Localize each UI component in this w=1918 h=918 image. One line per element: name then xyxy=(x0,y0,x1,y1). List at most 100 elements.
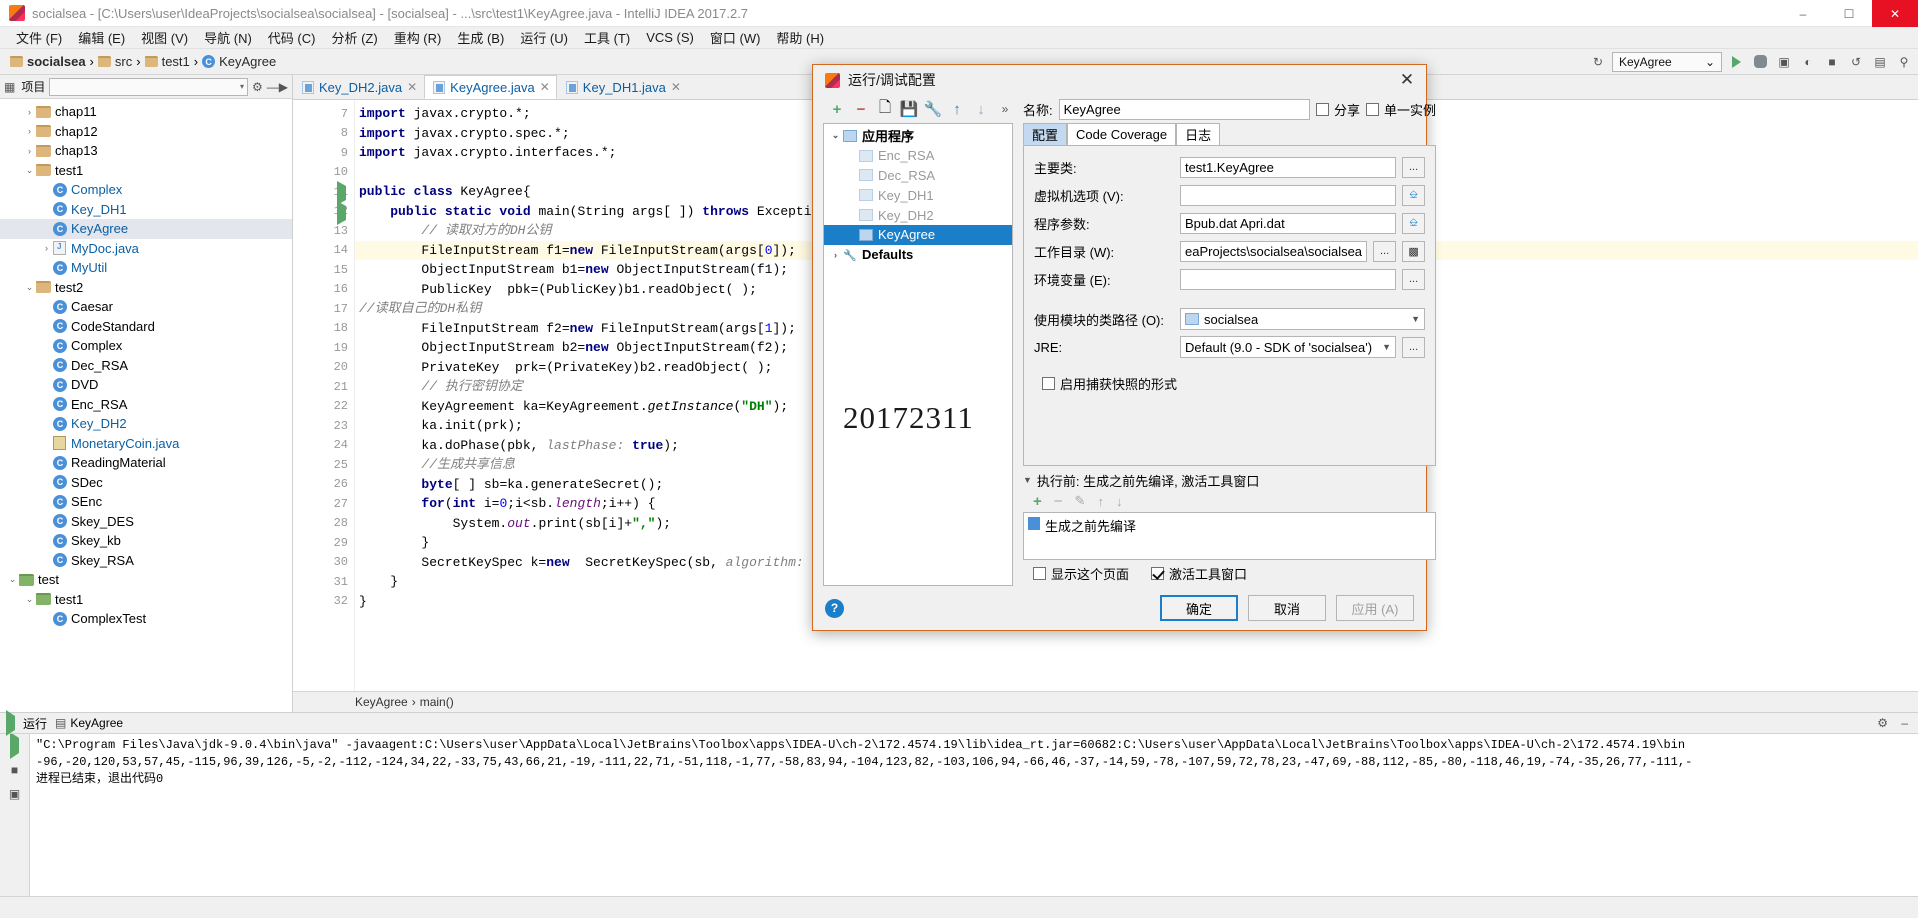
activate-tool-window-checkbox-row[interactable]: 激活工具窗口 xyxy=(1151,564,1247,583)
single-instance-checkbox[interactable] xyxy=(1366,102,1380,116)
project-tree-node[interactable]: C Caesar xyxy=(0,297,292,317)
maximize-button[interactable]: ☐ xyxy=(1826,0,1872,27)
jre-select[interactable]: Default (9.0 - SDK of 'socialsea') ▼ xyxy=(1180,336,1397,358)
tree-expand-arrow-icon[interactable]: › xyxy=(828,250,843,260)
editor-tab[interactable]: Key_DH2.java ✕ xyxy=(293,75,424,99)
module-classpath-select[interactable]: socialsea ▼ xyxy=(1180,308,1426,330)
gear-icon[interactable]: ⚙ xyxy=(252,80,263,94)
editor-tab[interactable]: Key_DH1.java ✕ xyxy=(557,75,688,99)
profile-icon[interactable]: ◐ xyxy=(1798,52,1818,72)
cancel-button[interactable]: 取消 xyxy=(1248,595,1326,621)
program-arguments-input[interactable]: Bpub.dat Apri.dat xyxy=(1180,212,1397,234)
project-tree[interactable]: › chap11 › chap12 › chap13 ⌄ test1 C Complex C Key_… xyxy=(0,99,292,712)
project-tree-node[interactable]: C Skey_DES xyxy=(0,512,292,532)
edit-task-icon[interactable]: ✎ xyxy=(1075,493,1086,509)
minimize-button[interactable]: – xyxy=(1780,0,1826,27)
configuration-tree-node[interactable]: › 🔧 Defaults xyxy=(824,245,1012,265)
project-tree-node[interactable]: C Skey_kb xyxy=(0,531,292,551)
dialog-close-icon[interactable]: ✕ xyxy=(1396,69,1418,91)
project-tree-node[interactable]: C MyUtil xyxy=(0,258,292,278)
share-checkbox[interactable] xyxy=(1316,102,1330,116)
project-tree-node[interactable]: C Complex xyxy=(0,180,292,200)
activate-tool-window-checkbox[interactable] xyxy=(1151,566,1165,580)
menu-item-run[interactable]: 运行 (U) xyxy=(512,26,576,49)
project-tree-node[interactable]: C Complex xyxy=(0,336,292,356)
configuration-tree-node[interactable]: Dec_RSA xyxy=(824,166,1012,186)
jre-browse-button[interactable]: ... xyxy=(1402,336,1426,358)
move-up-icon[interactable]: ↑ xyxy=(949,101,965,118)
project-tree-node[interactable]: › chap11 xyxy=(0,102,292,122)
configuration-tree-node[interactable]: ⌄ 应用程序 xyxy=(824,126,1012,146)
menu-item-file[interactable]: 文件 (F) xyxy=(8,26,70,49)
project-tree-node[interactable]: C DVD xyxy=(0,375,292,395)
tree-expand-arrow-icon[interactable]: › xyxy=(40,243,53,253)
tree-expand-arrow-icon[interactable]: › xyxy=(23,126,36,136)
tree-expand-arrow-icon[interactable]: ⌄ xyxy=(6,574,19,585)
configuration-tree-node[interactable]: KeyAgree xyxy=(824,224,1012,245)
tab-configuration[interactable]: 配置 xyxy=(1023,123,1068,145)
save-configuration-icon[interactable]: 💾 xyxy=(900,101,919,118)
breadcrumb-method[interactable]: main() xyxy=(420,695,454,709)
main-class-input[interactable]: test1.KeyAgree xyxy=(1180,156,1397,178)
menu-item-vcs[interactable]: VCS (S) xyxy=(638,28,702,47)
project-tree-node[interactable]: ⌄ test2 xyxy=(0,278,292,298)
vm-options-expand-icon[interactable]: ⎒ xyxy=(1402,184,1426,206)
project-tree-node[interactable]: › MyDoc.java xyxy=(0,239,292,259)
tab-code-coverage[interactable]: Code Coverage xyxy=(1067,123,1177,145)
snapshot-checkbox[interactable] xyxy=(1042,376,1055,390)
remove-configuration-icon[interactable]: − xyxy=(853,101,869,118)
more-options-icon[interactable]: » xyxy=(997,101,1013,117)
project-tree-node[interactable]: C Dec_RSA xyxy=(0,356,292,376)
show-page-checkbox-row[interactable]: 显示这个页面 xyxy=(1033,564,1129,583)
share-checkbox-row[interactable]: 分享 xyxy=(1316,100,1360,119)
coverage-icon[interactable]: ▣ xyxy=(1774,52,1794,72)
menu-item-navigate[interactable]: 导航 (N) xyxy=(196,26,260,49)
project-tree-node[interactable]: › chap12 xyxy=(0,122,292,142)
sync-icon[interactable]: ↺ xyxy=(1846,52,1866,72)
tab-logs[interactable]: 日志 xyxy=(1176,123,1221,145)
tree-expand-arrow-icon[interactable]: ⌄ xyxy=(828,130,843,141)
editor-tab[interactable]: KeyAgree.java ✕ xyxy=(424,75,557,99)
move-task-down-icon[interactable]: ↓ xyxy=(1116,494,1123,509)
project-tree-node[interactable]: C KeyAgree xyxy=(0,219,292,239)
project-tree-node[interactable]: ⌄ test1 xyxy=(0,590,292,610)
layout-icon[interactable]: ▤ xyxy=(1870,52,1890,72)
add-task-icon[interactable]: + xyxy=(1033,493,1042,510)
environment-variables-browse-button[interactable]: ... xyxy=(1402,268,1426,290)
run-tab-keyagree[interactable]: ▤ KeyAgree xyxy=(55,716,123,730)
vm-options-input[interactable] xyxy=(1180,184,1397,206)
configuration-tree-node[interactable]: Enc_RSA xyxy=(824,146,1012,166)
stop-icon[interactable]: ■ xyxy=(1822,52,1842,72)
project-tree-node[interactable]: C SEnc xyxy=(0,492,292,512)
run-icon[interactable] xyxy=(1726,52,1746,72)
run-configuration-selector[interactable]: KeyAgree ⌄ xyxy=(1612,51,1722,72)
tree-expand-arrow-icon[interactable]: › xyxy=(23,146,36,156)
project-tree-node[interactable]: › chap13 xyxy=(0,141,292,161)
project-tree-node[interactable]: C Key_DH2 xyxy=(0,414,292,434)
run-gutter-icon[interactable] xyxy=(337,181,348,206)
project-tree-node[interactable]: C SDec xyxy=(0,473,292,493)
project-tree-node[interactable]: C ComplexTest xyxy=(0,609,292,629)
project-scope-selector[interactable]: ▾ xyxy=(49,77,248,96)
macro-icon[interactable]: ▩ xyxy=(1402,240,1426,262)
debug-icon[interactable] xyxy=(1750,52,1770,72)
single-instance-checkbox-row[interactable]: 单一实例 xyxy=(1366,100,1436,119)
breadcrumb-src[interactable]: src xyxy=(94,54,136,69)
move-down-icon[interactable]: ↓ xyxy=(973,101,989,118)
project-tree-node[interactable]: ⌄ test1 xyxy=(0,161,292,181)
configuration-tree[interactable]: ⌄ 应用程序 Enc_RSA Dec_RSA Key_DH1 Key_DH2 KeyAgre… xyxy=(823,123,1013,586)
before-launch-task-list[interactable]: 生成之前先编译 xyxy=(1023,512,1437,560)
copy-configuration-icon[interactable]: 🗋 xyxy=(877,99,893,117)
run-console-output[interactable]: "C:\Program Files\Java\jdk-9.0.4\bin\jav… xyxy=(30,734,1918,918)
help-icon[interactable]: ? xyxy=(825,598,844,618)
menu-item-tools[interactable]: 工具 (T) xyxy=(576,26,638,49)
stop-icon[interactable]: ■ xyxy=(11,763,18,777)
tree-expand-arrow-icon[interactable]: ⌄ xyxy=(23,282,36,293)
project-tree-node[interactable]: MonetaryCoin.java xyxy=(0,434,292,454)
project-tree-node[interactable]: C ReadingMaterial xyxy=(0,453,292,473)
configuration-tree-node[interactable]: Key_DH1 xyxy=(824,185,1012,205)
menu-item-analyze[interactable]: 分析 (Z) xyxy=(323,26,385,49)
project-tree-node[interactable]: C Key_DH1 xyxy=(0,200,292,220)
collapse-icon[interactable]: —▶ xyxy=(267,80,288,94)
close-icon[interactable]: ✕ xyxy=(671,80,681,94)
